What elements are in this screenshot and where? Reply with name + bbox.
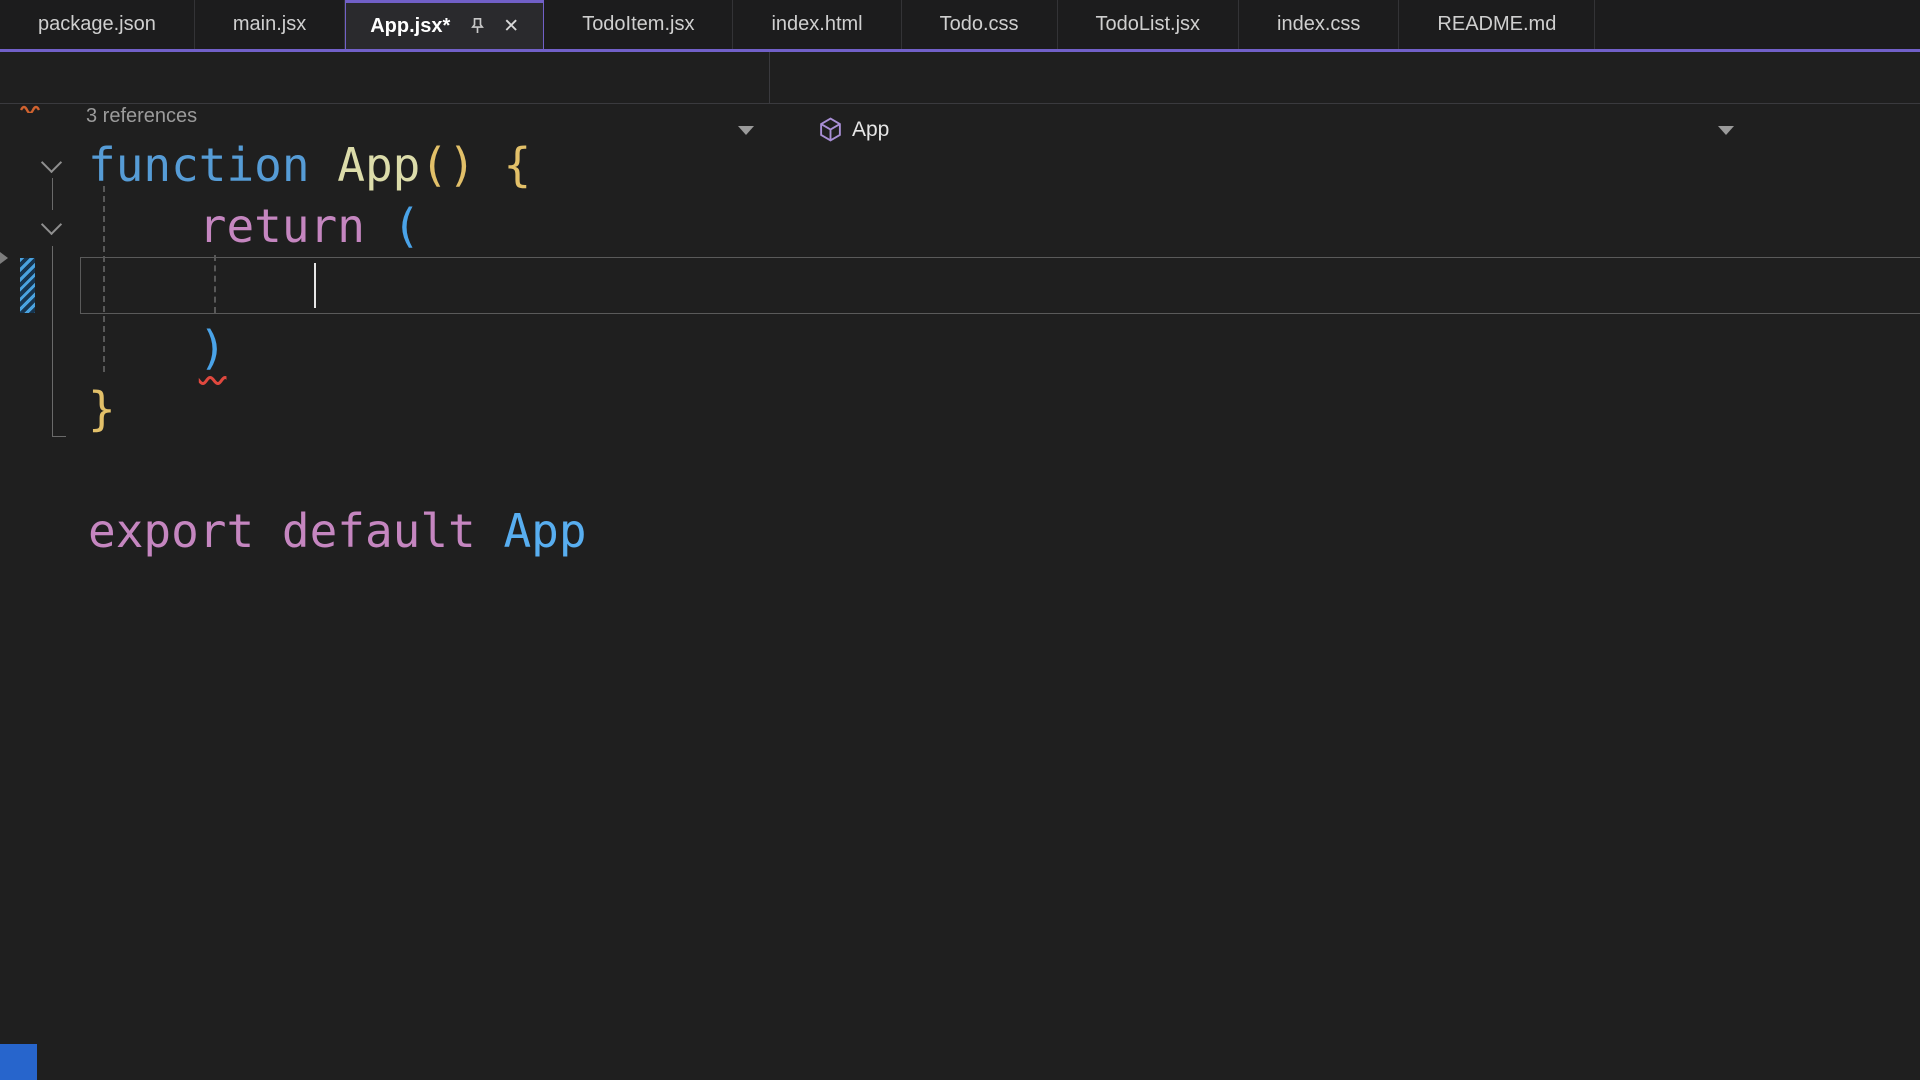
editor-tab-readme-md[interactable]: README.md: [1399, 0, 1596, 49]
tab-label: TodoItem.jsx: [582, 13, 695, 35]
code-editor[interactable]: function App() { return ( )} export defau…: [88, 135, 587, 562]
code-line: function App() {: [88, 138, 532, 192]
close-icon[interactable]: ✕: [503, 15, 519, 38]
tab-label: Todo.css: [939, 13, 1019, 35]
editor-tab-todoitem-jsx[interactable]: TodoItem.jsx: [544, 0, 734, 49]
tab-label: App.jsx*: [370, 14, 451, 37]
tab-label: index.css: [1277, 13, 1361, 35]
code-line: }: [88, 382, 116, 436]
editor-tab-index-css[interactable]: index.css: [1239, 0, 1400, 49]
margin-error-squiggle-icon: [19, 100, 41, 118]
pin-icon[interactable]: [468, 17, 487, 36]
editor-tab-main-jsx[interactable]: main.jsx: [195, 0, 346, 49]
tab-label: README.md: [1437, 13, 1557, 35]
code-line: return (: [198, 199, 421, 253]
editor-window: package.json main.jsx App.jsx* ✕ TodoItem.js…: [0, 0, 1920, 1080]
editor-tab-package-json[interactable]: package.json: [0, 0, 195, 49]
change-tracking-marker: [20, 258, 35, 313]
editor-tab-index-html[interactable]: index.html: [733, 0, 902, 49]
cube-icon: [818, 117, 843, 147]
members-dropdown-caret-icon[interactable]: [1718, 126, 1734, 135]
margin-glyph: [0, 252, 8, 264]
types-dropdown-caret-icon[interactable]: [738, 126, 754, 135]
tab-label: package.json: [38, 13, 156, 35]
nav-divider: [769, 52, 770, 103]
tab-bar: package.json main.jsx App.jsx* ✕ TodoItem.js…: [0, 0, 1920, 49]
fold-toggle-return[interactable]: [40, 213, 63, 236]
editor-tab-todo-css[interactable]: Todo.css: [902, 0, 1058, 49]
codelens-references[interactable]: 3 references: [86, 105, 197, 128]
text-caret: [314, 263, 316, 308]
fold-guide-line: [52, 246, 66, 437]
code-line: ): [198, 321, 227, 375]
members-dropdown-value[interactable]: App: [852, 118, 889, 142]
tab-label: index.html: [771, 13, 863, 35]
navigation-bar: App: [0, 52, 1920, 142]
editor-tab-todolist-jsx[interactable]: TodoList.jsx: [1058, 0, 1240, 49]
fold-guide-line: [52, 178, 53, 210]
tab-label: main.jsx: [232, 13, 307, 35]
editor-tab-app-jsx[interactable]: App.jsx* ✕: [345, 0, 545, 49]
code-line: export default App: [88, 504, 587, 558]
status-corner: [0, 1044, 37, 1080]
tab-label: TodoList.jsx: [1095, 13, 1201, 35]
fold-toggle-function[interactable]: [40, 151, 63, 174]
